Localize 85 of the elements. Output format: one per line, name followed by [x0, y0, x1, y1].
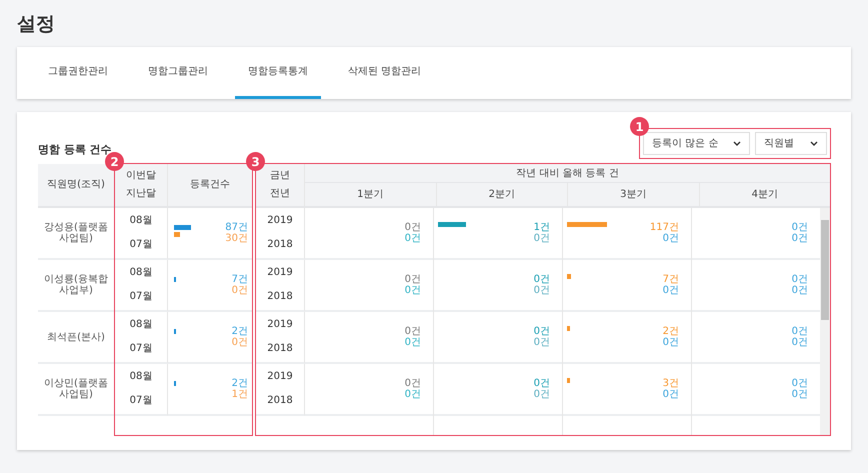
header-cell: 2분기 [436, 183, 568, 206]
count-value: 0건 [404, 285, 421, 296]
month-label: 07월 [130, 342, 152, 356]
year-label: 2019 [267, 370, 293, 384]
tab[interactable]: 그룹권한관리 [35, 47, 121, 99]
count-value: 0건 [792, 285, 808, 296]
employee-name: 이성룡(융복합사업부) [43, 274, 109, 296]
tab[interactable]: 삭제된 명함관리 [335, 47, 434, 99]
annotation-marker: 1 [630, 117, 649, 136]
dropdown-value: 등록이 많은 순 [652, 137, 718, 151]
annotation-marker: 2 [105, 152, 124, 171]
month-label: 08월 [130, 266, 152, 280]
page-title: 설정 [17, 12, 56, 37]
year-label: 2018 [267, 342, 293, 356]
year-label: 2018 [267, 394, 293, 408]
header-cell: 1분기 [305, 183, 436, 206]
count-value: 0건 [232, 337, 248, 348]
header-cell: 작년 대비 올해 등록 건 [305, 164, 830, 183]
count-value: 0건 [404, 389, 421, 400]
dropdown-value: 직원별 [764, 137, 794, 151]
count-value: 0건 [662, 285, 679, 296]
dropdown[interactable]: 등록이 많은 순 [643, 132, 750, 155]
count-value: 0건 [534, 285, 550, 296]
month-label: 08월 [130, 214, 152, 228]
count-value: 0건 [534, 326, 550, 337]
scrollbar[interactable] [820, 208, 830, 435]
tab[interactable]: 명함등록통계 [235, 47, 321, 99]
header-label: 지난달 [126, 187, 156, 201]
count-value: 117건 [650, 222, 679, 233]
count-value: 0건 [404, 274, 421, 285]
count-value: 0건 [404, 233, 421, 244]
count-value: 0건 [662, 389, 679, 400]
count-value: 3건 [662, 378, 679, 389]
annotation-marker: 3 [246, 152, 265, 171]
header-label: 전년 [270, 187, 290, 201]
count-value: 1건 [232, 389, 248, 400]
month-label: 08월 [130, 370, 152, 384]
header-cell: 4분기 [700, 183, 830, 206]
employee-name: 강성용(플랫폼사업팀) [43, 222, 109, 244]
count-value: 30건 [225, 233, 248, 244]
count-value: 0건 [404, 222, 421, 233]
header-cell: 3분기 [568, 183, 700, 206]
tab[interactable]: 명함그룹관리 [135, 47, 221, 99]
count-value: 0건 [792, 337, 808, 348]
header-label: 금년 [270, 169, 290, 183]
count-value: 0건 [404, 326, 421, 337]
count-value: 0건 [534, 337, 550, 348]
count-value: 0건 [792, 326, 808, 337]
count-value: 1건 [534, 222, 550, 233]
employee-name: 이상민(플랫폼사업팀) [43, 378, 109, 400]
count-value: 0건 [792, 274, 808, 285]
employee-name: 최석픈(본사) [46, 332, 106, 342]
count-value: 0건 [534, 378, 550, 389]
count-value: 0건 [534, 274, 550, 285]
count-value: 0건 [232, 285, 248, 296]
month-label: 07월 [130, 290, 152, 304]
chevron-down-icon [810, 141, 818, 146]
month-label: 08월 [130, 318, 152, 332]
count-value: 87건 [225, 222, 248, 233]
year-label: 2019 [267, 266, 293, 280]
count-value: 0건 [662, 337, 679, 348]
count-value: 2건 [662, 326, 679, 337]
header-label: 이번달 [126, 169, 156, 183]
count-value: 7건 [232, 274, 248, 285]
count-value: 7건 [662, 274, 679, 285]
chevron-down-icon [733, 141, 741, 146]
count-value: 2건 [232, 378, 248, 389]
month-label: 07월 [130, 394, 152, 408]
year-label: 2018 [267, 238, 293, 252]
header-cell: 등록건수 [168, 164, 252, 208]
count-value: 0건 [792, 389, 808, 400]
dropdown[interactable]: 직원별 [755, 132, 827, 155]
count-value: 0건 [404, 337, 421, 348]
count-value: 0건 [792, 222, 808, 233]
count-value: 0건 [404, 378, 421, 389]
count-value: 0건 [792, 233, 808, 244]
count-value: 0건 [534, 233, 550, 244]
count-value: 0건 [534, 389, 550, 400]
year-label: 2019 [267, 318, 293, 332]
count-value: 0건 [792, 378, 808, 389]
count-value: 2건 [232, 326, 248, 337]
year-label: 2019 [267, 214, 293, 228]
year-label: 2018 [267, 290, 293, 304]
month-label: 07월 [130, 238, 152, 252]
count-value: 0건 [662, 233, 679, 244]
